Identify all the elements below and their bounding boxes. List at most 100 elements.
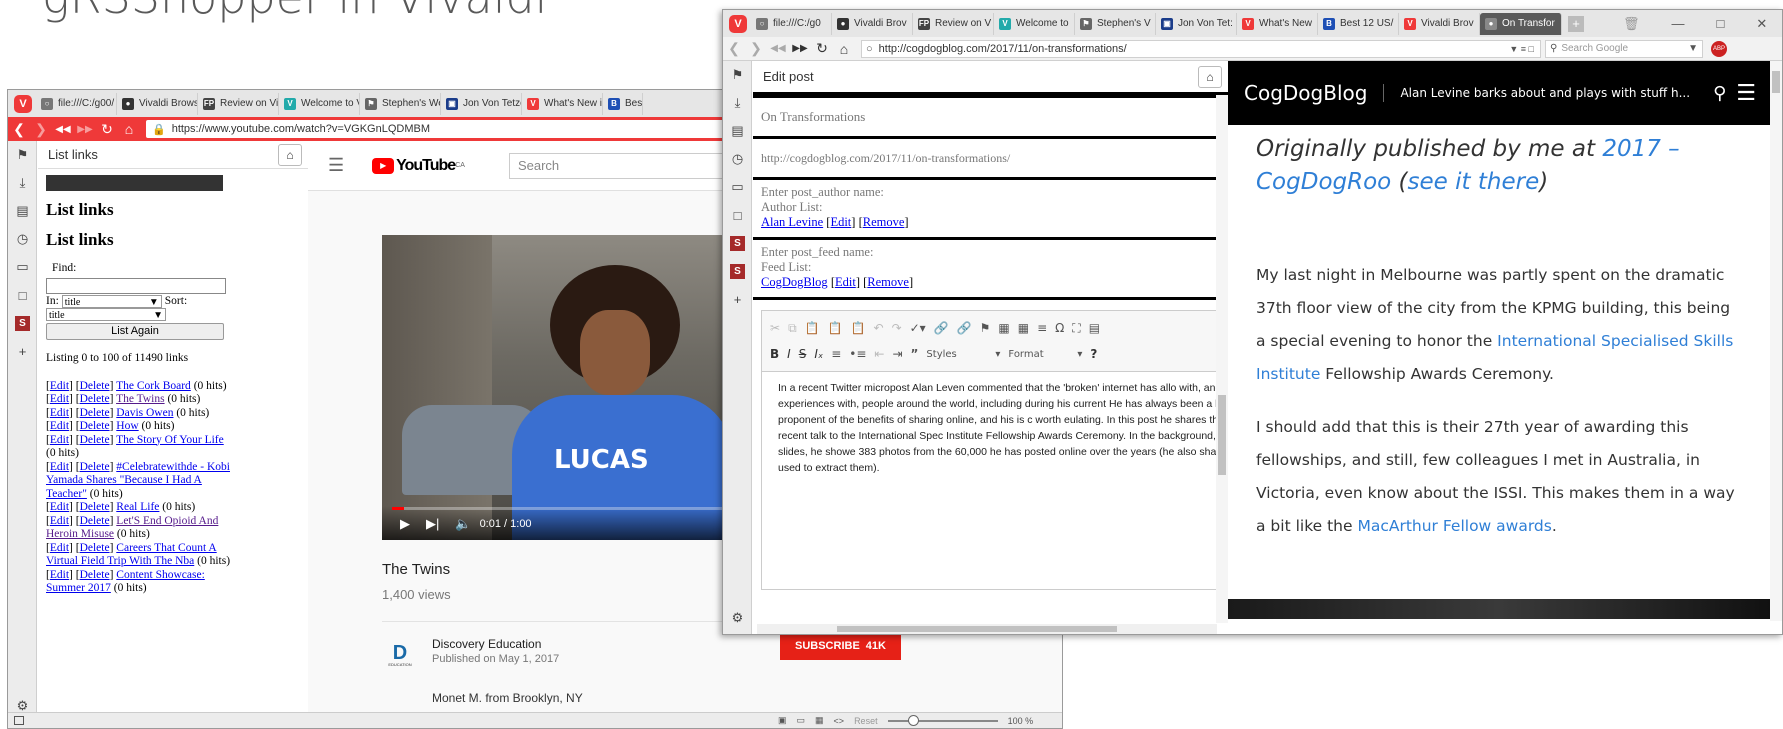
numbered-list-icon[interactable]: ≡ bbox=[831, 347, 841, 361]
delete-link[interactable]: Delete bbox=[80, 542, 110, 554]
rewind-icon[interactable]: ◀◀ bbox=[52, 124, 74, 135]
tab-w2-7[interactable]: B Best 12 US/ bbox=[1318, 12, 1399, 35]
tab-w2-0[interactable]: ○ file:///C:/g0 bbox=[751, 12, 832, 35]
horizontal-line-icon[interactable]: ≡ bbox=[1037, 321, 1047, 335]
home-icon-2[interactable]: ⌂ bbox=[833, 41, 855, 57]
back-icon-2[interactable]: ❮ bbox=[723, 40, 745, 57]
edit-link[interactable]: Edit bbox=[50, 434, 69, 446]
images-icon[interactable]: ▦ bbox=[815, 715, 824, 726]
sort-select[interactable]: title ▼ bbox=[46, 308, 166, 321]
delete-link[interactable]: Delete bbox=[80, 420, 110, 432]
window-icon[interactable]: ▭ bbox=[8, 253, 37, 281]
spellcheck-icon[interactable]: ✓▾ bbox=[910, 321, 926, 335]
edit-panel-scrollbar[interactable] bbox=[1216, 95, 1228, 623]
trash-icon[interactable]: 🗑 bbox=[1623, 16, 1640, 32]
delete-link[interactable]: Delete bbox=[80, 501, 110, 513]
bookmarks-icon-2[interactable]: ⚑ bbox=[723, 61, 752, 89]
youtube-logo[interactable]: ▶ YouTube CA bbox=[372, 157, 465, 175]
author-edit-link[interactable]: Edit bbox=[830, 215, 851, 229]
blog-name[interactable]: CogDogBlog bbox=[1244, 81, 1367, 105]
rewind-icon-2[interactable]: ◀◀ bbox=[767, 43, 789, 54]
link-title[interactable]: How bbox=[116, 420, 138, 432]
fast-forward-icon[interactable]: ▶▶ bbox=[74, 124, 96, 135]
delete-link[interactable]: Delete bbox=[80, 434, 110, 446]
link-title[interactable]: Careers That Count A Virtual Field Trip … bbox=[46, 542, 217, 568]
hamburger-menu-icon[interactable]: ☰ bbox=[328, 155, 344, 176]
minimize-icon[interactable]: — bbox=[1672, 16, 1685, 31]
downloads-icon-2[interactable]: ⤓ bbox=[723, 89, 752, 117]
format-dropdown[interactable]: Format ▾ bbox=[1008, 349, 1082, 360]
tab-w2-2[interactable]: FP Review on V bbox=[913, 12, 994, 35]
tab-w1-7[interactable]: B Best bbox=[603, 92, 643, 115]
edit-link[interactable]: Edit bbox=[50, 569, 69, 581]
edit-link[interactable]: Edit bbox=[50, 420, 69, 432]
tab-w2-9[interactable]: ● On Transfor bbox=[1480, 12, 1562, 35]
settings-gear-icon-2[interactable]: ⚙ bbox=[723, 604, 752, 632]
edit-link[interactable]: Edit bbox=[50, 380, 69, 392]
zoom-reset[interactable]: Reset bbox=[854, 716, 878, 726]
notes-icon[interactable]: ▤ bbox=[8, 197, 37, 225]
remove-format-icon[interactable]: Iₓ bbox=[814, 347, 823, 361]
tab-w2-3[interactable]: V Welcome to bbox=[994, 12, 1075, 35]
see-it-there-link[interactable]: see it there bbox=[1408, 169, 1540, 195]
table-icon[interactable]: ▦ bbox=[1018, 321, 1029, 335]
volume-icon[interactable]: 🔈 bbox=[455, 516, 471, 532]
edit-link[interactable]: Edit bbox=[50, 393, 69, 405]
tab-w1-0[interactable]: ○ file:///C:/g00/ bbox=[36, 92, 117, 115]
search-icon-blog[interactable]: ⚲ bbox=[1713, 83, 1726, 104]
tiling-icon[interactable]: ▭ bbox=[797, 715, 806, 726]
adblock-icon[interactable]: ABP bbox=[1711, 40, 1727, 57]
subscribe-button[interactable]: SUBSCRIBE 41K bbox=[780, 632, 901, 660]
special-char-icon[interactable]: Ω bbox=[1055, 321, 1064, 335]
copy-icon[interactable]: ⧉ bbox=[788, 321, 797, 336]
reload-icon[interactable]: ↻ bbox=[96, 121, 118, 138]
edit-link[interactable]: Edit bbox=[50, 407, 69, 419]
link-title[interactable]: Davis Owen bbox=[116, 407, 173, 419]
delete-link[interactable]: Delete bbox=[80, 407, 110, 419]
tab-w1-1[interactable]: ● Vivaldi Brows bbox=[117, 92, 198, 115]
unlink-icon[interactable]: 🔗 bbox=[957, 321, 972, 335]
styles-dropdown[interactable]: Styles ▾ bbox=[926, 349, 1000, 360]
close-icon[interactable]: ✕ bbox=[1756, 16, 1767, 32]
panel-toggle-icon[interactable] bbox=[14, 716, 24, 725]
anchor-flag-icon[interactable]: ⚑ bbox=[980, 321, 991, 335]
channel-avatar[interactable]: D EDUCATION bbox=[382, 637, 418, 673]
edit-post-home-icon[interactable]: ⌂ bbox=[1198, 65, 1222, 88]
cut-icon[interactable]: ✂ bbox=[770, 321, 780, 335]
link-title[interactable]: #Celebratewithde - Kobi Yamada Shares "B… bbox=[46, 461, 230, 500]
delete-link[interactable]: Delete bbox=[80, 380, 110, 392]
vivaldi-menu-icon-2[interactable]: V bbox=[729, 14, 747, 33]
link-title[interactable]: The Story Of Your Life bbox=[116, 434, 224, 446]
delete-link[interactable]: Delete bbox=[80, 393, 110, 405]
tab-w2-1[interactable]: ● Vivaldi Brov bbox=[832, 12, 913, 35]
link-title[interactable]: The Cork Board bbox=[116, 380, 191, 392]
author-link[interactable]: Alan Levine bbox=[761, 215, 823, 229]
maximize-editor-icon[interactable]: ⛶ bbox=[1072, 321, 1080, 336]
blog-scrollbar[interactable] bbox=[1770, 61, 1782, 621]
forward-icon[interactable]: ❯ bbox=[30, 121, 52, 138]
zoom-slider[interactable] bbox=[887, 714, 998, 726]
vivaldi-menu-icon[interactable]: V bbox=[14, 94, 32, 113]
add-panel-icon-2[interactable]: + bbox=[723, 285, 752, 313]
undo-icon[interactable]: ↶ bbox=[874, 321, 884, 335]
tab-w1-2[interactable]: FP Review on Vi bbox=[198, 92, 279, 115]
link-icon[interactable]: 🔗 bbox=[934, 321, 949, 335]
list-again-button[interactable]: List Again bbox=[46, 323, 224, 340]
indent-icon[interactable]: ⇥ bbox=[892, 347, 902, 361]
search-google-input[interactable]: ⚲ Search Google ▼ bbox=[1545, 39, 1703, 58]
delete-link[interactable]: Delete bbox=[80, 461, 110, 473]
tab-w1-3[interactable]: V Welcome to V bbox=[279, 92, 360, 115]
history-icon[interactable]: ◷ bbox=[8, 225, 37, 253]
edit-link[interactable]: Edit bbox=[50, 461, 69, 473]
notes-icon-2[interactable]: ▤ bbox=[723, 117, 752, 145]
tab-w2-5[interactable]: ▣ Jon Von Tet: bbox=[1156, 12, 1237, 35]
add-panel-icon[interactable]: + bbox=[8, 337, 37, 365]
delete-link[interactable]: Delete bbox=[80, 569, 110, 581]
grsshopper-panel-icon-3[interactable]: S bbox=[723, 257, 752, 285]
forward-icon-2[interactable]: ❯ bbox=[745, 40, 767, 57]
reload-icon-2[interactable]: ↻ bbox=[811, 40, 833, 57]
maximize-icon[interactable]: □ bbox=[1717, 16, 1725, 31]
bookmarks-icon[interactable]: ⚑ bbox=[8, 141, 37, 169]
tab-w2-4[interactable]: ⚑ Stephen's V bbox=[1075, 12, 1156, 35]
page-icon[interactable]: □ bbox=[8, 281, 37, 309]
